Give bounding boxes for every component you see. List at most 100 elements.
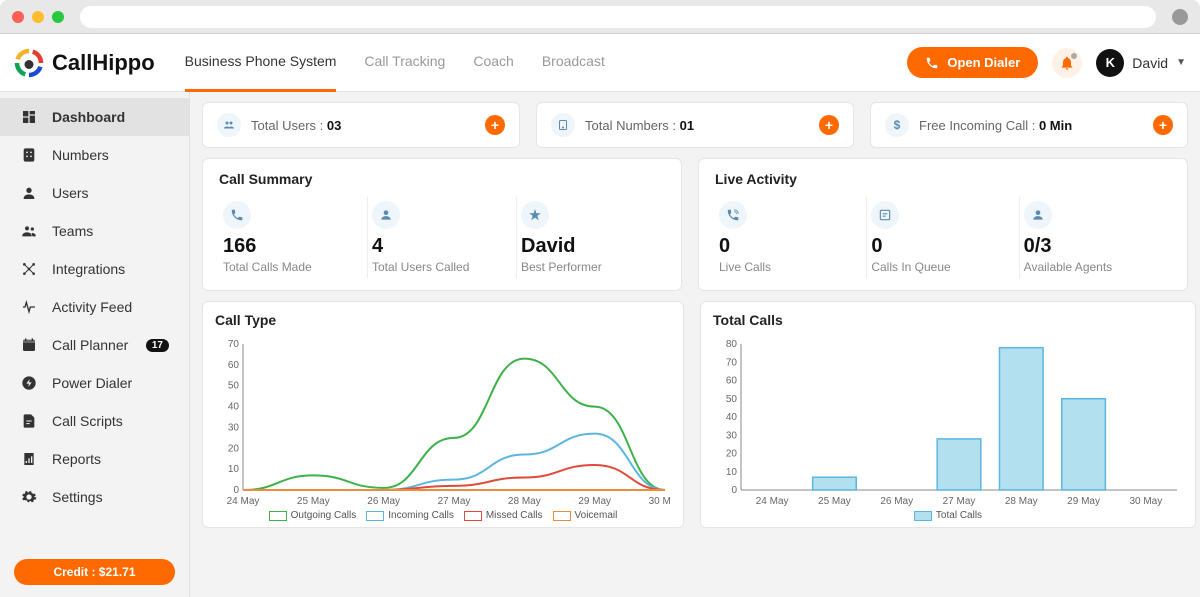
sidebar-item-power-dialer[interactable]: Power Dialer (0, 364, 189, 402)
sidebar-item-label: Teams (52, 223, 93, 239)
nav-tabs: Business Phone System Call Tracking Coach B… (185, 33, 908, 92)
minimize-window-icon[interactable] (32, 11, 44, 23)
metric-icon (719, 201, 747, 229)
svg-text:28 May: 28 May (508, 496, 541, 507)
close-window-icon[interactable] (12, 11, 24, 23)
address-bar[interactable] (80, 6, 1156, 28)
sidebar: Dashboard Numbers Users Teams Integrations Ac… (0, 92, 190, 597)
sidebar-item-teams[interactable]: Teams (0, 212, 189, 250)
sidebar-item-activity-feed[interactable]: Activity Feed (0, 288, 189, 326)
logo[interactable]: CallHippo (14, 48, 155, 78)
svg-text:28 May: 28 May (1005, 496, 1038, 507)
call-type-chart-panel: Call Type 01020304050607024 May25 May26 … (202, 301, 684, 528)
legend-item: Missed Calls (464, 510, 543, 521)
svg-text:25 May: 25 May (297, 496, 330, 507)
logo-icon (14, 48, 44, 78)
sidebar-item-integrations[interactable]: Integrations (0, 250, 189, 288)
total-calls-chart: 0102030405060708024 May25 May26 May27 Ma… (713, 338, 1183, 508)
stat-label: Free Incoming Call : 0 Min (919, 118, 1072, 133)
metric-value: David (521, 235, 655, 258)
sidebar-item-call-scripts[interactable]: Call Scripts (0, 402, 189, 440)
add-button[interactable]: + (485, 115, 505, 135)
sidebar-item-numbers[interactable]: Numbers (0, 136, 189, 174)
browser-chrome (0, 0, 1200, 34)
credit-pill[interactable]: Credit : $21.71 (14, 559, 175, 585)
sidebar-item-dashboard[interactable]: Dashboard (0, 98, 189, 136)
svg-text:40: 40 (726, 412, 738, 423)
svg-text:60: 60 (726, 376, 738, 387)
svg-text:70: 70 (228, 339, 240, 350)
svg-text:50: 50 (228, 381, 240, 392)
svg-text:0: 0 (731, 485, 737, 496)
svg-text:10: 10 (228, 464, 240, 475)
legend-item: Total Calls (914, 510, 982, 521)
svg-text:30 May: 30 May (1129, 496, 1162, 507)
stat-cards-row: Total Users : 03+Total Numbers : 01+$Fre… (202, 102, 1188, 148)
svg-text:40: 40 (228, 402, 240, 413)
metric-label: Total Users Called (372, 260, 506, 274)
add-button[interactable]: + (1153, 115, 1173, 135)
open-dialer-button[interactable]: Open Dialer (907, 47, 1038, 78)
sidebar-item-label: Call Planner (52, 337, 128, 353)
metric-value: 0 (871, 235, 1008, 258)
metric-item: 0/3Available Agents (1020, 197, 1171, 278)
planner-icon (20, 336, 38, 354)
svg-text:30 May: 30 May (649, 496, 671, 507)
traffic-lights (12, 11, 64, 23)
svg-text:60: 60 (228, 360, 240, 371)
sidebar-item-label: Dashboard (52, 109, 125, 125)
svg-text:0: 0 (233, 485, 239, 496)
add-button[interactable]: + (819, 115, 839, 135)
panel-title: Call Summary (219, 171, 665, 187)
metric-icon (521, 201, 549, 229)
metric-value: 0/3 (1024, 235, 1161, 258)
svg-text:29 May: 29 May (1067, 496, 1100, 507)
metric-icon (223, 201, 251, 229)
metric-value: 0 (719, 235, 856, 258)
sidebar-item-reports[interactable]: Reports (0, 440, 189, 478)
svg-text:27 May: 27 May (438, 496, 471, 507)
legend-swatch-icon (269, 511, 287, 521)
metric-value: 4 (372, 235, 506, 258)
nav-tab[interactable]: Call Tracking (364, 33, 445, 92)
svg-text:10: 10 (726, 467, 738, 478)
svg-text:27 May: 27 May (943, 496, 976, 507)
stat-card: $ Free Incoming Call : 0 Min + (870, 102, 1188, 148)
user-menu[interactable]: K David ▼ (1096, 49, 1186, 77)
metric-label: Live Calls (719, 260, 856, 274)
logo-text: CallHippo (52, 50, 155, 76)
notification-button[interactable] (1052, 48, 1082, 78)
svg-text:70: 70 (726, 357, 738, 368)
legend-label: Total Calls (936, 510, 982, 521)
sidebar-item-label: Integrations (52, 261, 125, 277)
nav-tab[interactable]: Coach (473, 33, 513, 92)
sidebar-item-label: Users (52, 185, 89, 201)
metric-item: 0 Calls In Queue (867, 197, 1019, 278)
sidebar-item-users[interactable]: Users (0, 174, 189, 212)
nav-tab[interactable]: Business Phone System (185, 33, 337, 92)
legend-label: Missed Calls (486, 510, 543, 521)
maximize-window-icon[interactable] (52, 11, 64, 23)
metric-label: Calls In Queue (871, 260, 1008, 274)
sidebar-item-settings[interactable]: Settings (0, 478, 189, 516)
scripts-icon (20, 412, 38, 430)
metric-item: 0 Live Calls (715, 197, 867, 278)
stat-icon: $ (885, 113, 909, 137)
legend-item: Outgoing Calls (269, 510, 357, 521)
app-header: CallHippo Business Phone System Call Trac… (0, 34, 1200, 92)
legend-label: Outgoing Calls (291, 510, 357, 521)
stat-label: Total Numbers : 01 (585, 118, 694, 133)
sidebar-item-label: Power Dialer (52, 375, 132, 391)
legend-label: Voicemail (575, 510, 618, 521)
sidebar-item-call-planner[interactable]: Call Planner17 (0, 326, 189, 364)
sidebar-item-label: Settings (52, 489, 103, 505)
nav-tab[interactable]: Broadcast (542, 33, 605, 92)
settings-icon (20, 488, 38, 506)
stat-icon (217, 113, 241, 137)
browser-profile-icon[interactable] (1172, 9, 1188, 25)
chart-legend: Total Calls (713, 510, 1183, 521)
sidebar-item-label: Activity Feed (52, 299, 132, 315)
legend-swatch-icon (914, 511, 932, 521)
metric-label: Total Calls Made (223, 260, 357, 274)
notification-dot-icon (1071, 53, 1077, 59)
